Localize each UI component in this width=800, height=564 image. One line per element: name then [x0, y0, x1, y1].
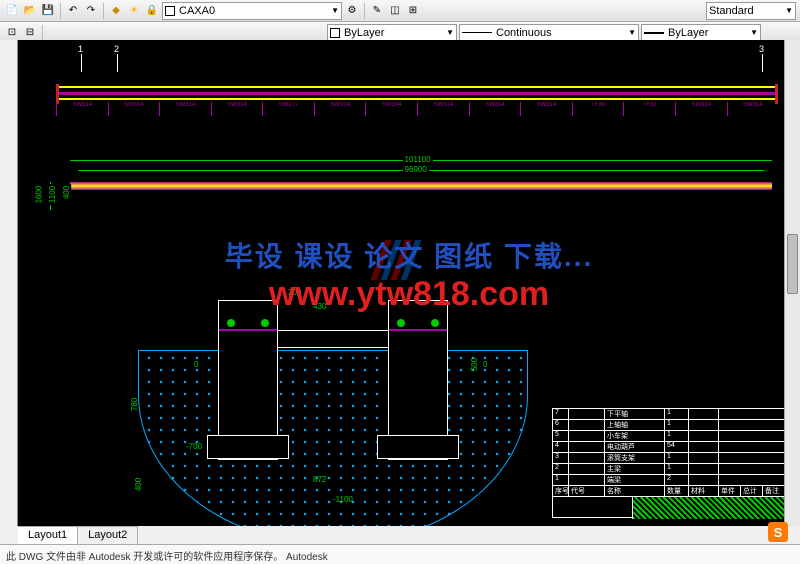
color-dropdown[interactable]: ByLayer ▼ [327, 24, 457, 42]
title-block-row: 3滚筒支架1 [553, 453, 791, 464]
ime-indicator[interactable]: S [768, 522, 788, 542]
watermark-line1: 毕设 课设 论文 图纸 下载... [18, 235, 800, 275]
pillar-right [388, 300, 448, 460]
icon[interactable]: ⊟ [22, 25, 38, 41]
top-beam-assembly: SW314SW314SW314SW314SW277SW314SW304SW314… [56, 68, 778, 116]
linetype-value: Continuous [496, 27, 552, 39]
tab-layout1[interactable]: Layout1 [18, 527, 78, 544]
beam-end [775, 84, 778, 104]
beam-tag: SW304 [365, 102, 417, 116]
linetype-dropdown[interactable]: Continuous ▼ [459, 24, 639, 42]
lock-icon[interactable]: 🔒 [144, 3, 160, 19]
separator [42, 25, 43, 41]
title-block-row: 4电动葫芦54 [553, 442, 791, 453]
title-block-row: 6上轴轴1 [553, 420, 791, 431]
beam-tag: SW314 [314, 102, 366, 116]
callout-1: 1 [78, 44, 83, 54]
layout-tabs: Layout1 Layout2 [18, 526, 138, 544]
layer-name: CAXA0 [179, 5, 215, 17]
open-icon[interactable]: 📂 [22, 3, 38, 19]
title-block-row: 7下平轴1 [553, 409, 791, 420]
sun-icon[interactable]: ☀ [126, 3, 142, 19]
color-value: ByLayer [344, 27, 384, 39]
beam-tag: SW314 [727, 102, 779, 116]
dim-value: 96900 [403, 165, 429, 174]
beam-tag: SW314 [159, 102, 211, 116]
chevron-down-icon: ▼ [785, 6, 793, 15]
tab-layout2[interactable]: Layout2 [78, 527, 138, 544]
dim-value: 500 [470, 358, 479, 371]
watermark-text: 毕设 课设 论文 图纸 下载... www.ytw818.com [18, 235, 800, 314]
style-name: Standard [709, 5, 754, 17]
beam-tag: SW314 [417, 102, 469, 116]
chevron-down-icon: ▼ [628, 28, 636, 37]
save-icon[interactable]: 💾 [40, 3, 56, 19]
pillar-base [207, 435, 289, 459]
redo-icon[interactable]: ↷ [83, 3, 99, 19]
dim-value: 872 [313, 475, 326, 484]
separator [103, 3, 104, 19]
layer-dropdown[interactable]: CAXA0 ▼ [162, 2, 342, 20]
beam-tags: SW314SW314SW314SW314SW277SW314SW304SW314… [56, 102, 778, 116]
chevron-down-icon: ▼ [750, 28, 758, 37]
new-icon[interactable]: 📄 [4, 3, 20, 19]
dim-value: -1100 [333, 495, 353, 504]
title-block-row: 5小车架1 [553, 431, 791, 442]
undo-icon[interactable]: ↶ [65, 3, 81, 19]
beam-tag: TF30 [572, 102, 624, 116]
dim-value: 780 [130, 398, 139, 411]
dim-value: 1600 [34, 184, 43, 206]
beam-tag: SW314 [211, 102, 263, 116]
title-block-row: 2主梁1 [553, 464, 791, 475]
dim-value: 0 [483, 360, 487, 369]
beam-body [70, 182, 772, 190]
props-icon[interactable]: ⚙ [344, 3, 360, 19]
separator [60, 3, 61, 19]
beam-tag: SW277 [262, 102, 314, 116]
separator [364, 3, 365, 19]
watermark-line2: www.ytw818.com [18, 275, 800, 314]
callout-2: 2 [114, 44, 119, 54]
tool-icon[interactable]: ◫ [387, 3, 403, 19]
title-block-row: 1端梁2 [553, 475, 791, 486]
beam-tag: SW314 [469, 102, 521, 116]
pillar-left [218, 300, 278, 460]
beam-tag: SW314 [520, 102, 572, 116]
beam-tag: SW314 [56, 102, 108, 116]
chevron-down-icon: ▼ [331, 6, 339, 15]
beam-plan-view: 101100 96900 1600 1100 400 [56, 160, 778, 220]
lineweight-value: ByLayer [668, 27, 708, 39]
dim-value: 400 [134, 478, 143, 491]
lineweight-dropdown[interactable]: ByLayer ▼ [641, 24, 761, 42]
callout-3: 3 [759, 44, 764, 54]
toolbar-row-1: 📄 📂 💾 ↶ ↷ ◆ ☀ 🔒 CAXA0 ▼ ⚙ ✎ ◫ ⊞ Standard… [0, 0, 800, 22]
dim-value: 0 [194, 360, 198, 369]
title-block-footer [553, 497, 791, 519]
vertical-ruler [0, 40, 18, 526]
layer-icon[interactable]: ◆ [108, 3, 124, 19]
beam-body [56, 86, 778, 100]
beam-tag: TF32 [623, 102, 675, 116]
title-block: 7下平轴16上轴轴15小车架14电动葫芦543滚筒支架12主梁11端梁2 序号 … [552, 408, 792, 518]
beam-tag: SW314 [675, 102, 727, 116]
dim-value: 1100 [48, 184, 57, 205]
title-block-header: 序号 代号 名称 数量 材料 单件 总计 备注 [553, 486, 791, 497]
tool-icon[interactable]: ✎ [369, 3, 385, 19]
command-line[interactable]: 此 DWG 文件由非 Autodesk 开发或许可的软件应用程序保存。 Auto… [0, 544, 800, 564]
hatch-area [633, 497, 791, 519]
beam-tag: SW314 [108, 102, 160, 116]
pillar-base [377, 435, 459, 459]
chevron-down-icon: ▼ [446, 28, 454, 37]
style-dropdown[interactable]: Standard ▼ [706, 2, 796, 20]
bottom-assembly: 200 430 500 872 -700 -1100 780 400 0 0 [138, 300, 528, 500]
tool-icon[interactable]: ⊞ [405, 3, 421, 19]
dim-value: -700 [186, 442, 202, 451]
beam-end [56, 84, 59, 104]
drawing-canvas[interactable]: 1 2 3 SW314SW314SW314SW314SW277SW314SW30… [18, 40, 800, 526]
icon[interactable]: ⊡ [4, 25, 20, 41]
dim-value: 101100 [403, 155, 433, 164]
dim-value: 400 [62, 184, 71, 201]
